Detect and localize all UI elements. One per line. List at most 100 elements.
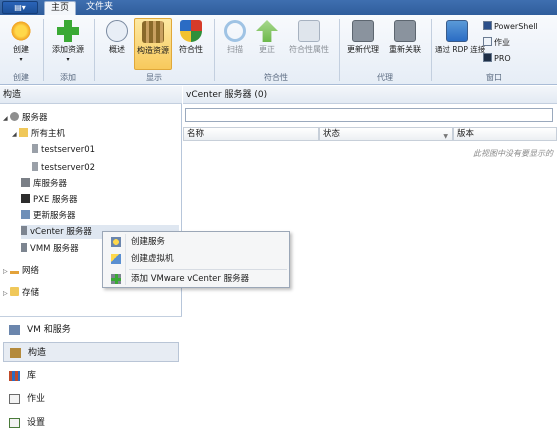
- pro-label: PRO: [494, 54, 511, 63]
- fabric-resources-label: 构造资源: [137, 46, 169, 55]
- update-agent-button[interactable]: 更新代理: [344, 18, 382, 70]
- tree-item-storage[interactable]: ▷ 存储: [3, 286, 39, 300]
- green-plus-icon: [57, 20, 79, 42]
- vcenter-server-icon: [21, 226, 27, 235]
- tree-item-library-servers[interactable]: 库服务器: [21, 177, 67, 191]
- tree-item-networking[interactable]: ▷ 网络: [3, 264, 39, 278]
- compliance-properties-label: 符合性属性: [289, 45, 329, 54]
- tab-folder[interactable]: 文件夹: [80, 1, 119, 15]
- group-label-window: 窗口: [486, 73, 502, 82]
- properties-icon: [298, 20, 320, 42]
- tree-item-label: PXE 服务器: [33, 195, 78, 205]
- overview-label: 概述: [109, 45, 125, 54]
- rdp-connect-button[interactable]: 通过 RDP 连接: [435, 18, 486, 70]
- workspace-jobs[interactable]: 作业: [3, 389, 179, 409]
- remote-desktop-icon: [446, 20, 468, 42]
- workspace-label: 作业: [27, 394, 46, 404]
- tree-item-update-servers[interactable]: 更新服务器: [21, 209, 76, 223]
- pro-button[interactable]: PRO: [483, 53, 511, 66]
- group-label-show: 显示: [146, 73, 162, 82]
- add-vcenter-icon: [111, 274, 121, 284]
- reassociate-label: 重新关联: [389, 45, 421, 54]
- group-divider: [214, 19, 215, 81]
- overview-button[interactable]: 概述: [101, 18, 133, 70]
- expanded-arrow-icon: ◢: [12, 131, 17, 138]
- powershell-button[interactable]: PowerShell: [483, 21, 538, 34]
- powershell-label: PowerShell: [494, 22, 538, 31]
- reassociate-button[interactable]: 重新关联: [385, 18, 425, 70]
- menu-item-label: 创建服务: [131, 237, 166, 247]
- tree-item-label: 更新服务器: [33, 211, 76, 221]
- group-divider: [94, 19, 95, 81]
- tree-item-host-testserver01[interactable]: testserver01: [32, 143, 95, 157]
- ribbon-tab-bar: ▤▾ 主页 文件夹: [0, 0, 557, 15]
- column-header-status-label: 状态: [323, 129, 341, 139]
- chevron-down-icon: ▾: [19, 56, 23, 63]
- rdp-connect-label: 通过 RDP 连接: [435, 45, 486, 54]
- sun-burst-icon: [10, 20, 32, 42]
- pxe-server-icon: [21, 194, 30, 203]
- group-divider: [431, 19, 432, 81]
- library-server-icon: [21, 178, 30, 187]
- create-service-icon: [111, 237, 121, 247]
- jobs-label: 作业: [494, 38, 510, 47]
- create-label: 创建: [13, 45, 29, 54]
- update-agent-icon: [352, 20, 374, 42]
- tree-item-pxe-servers[interactable]: PXE 服务器: [21, 193, 78, 207]
- navigation-pane-title: 构造: [0, 86, 182, 104]
- results-pane-title: vCenter 服务器 (0): [183, 86, 557, 104]
- workspace-library[interactable]: 库: [3, 366, 179, 386]
- menu-item-label: 添加 VMware vCenter 服务器: [131, 274, 250, 284]
- collapsed-arrow-icon: ▷: [3, 268, 8, 275]
- column-header-name[interactable]: 名称: [183, 127, 319, 141]
- remediate-label: 更正: [259, 45, 275, 54]
- menu-item-add-vmware-vcenter[interactable]: 添加 VMware vCenter 服务器: [105, 271, 287, 287]
- compliance-view-label: 符合性: [179, 45, 203, 54]
- fabric-servers-icon: [142, 21, 164, 43]
- application-menu-button[interactable]: ▤▾: [2, 1, 38, 14]
- tree-item-label: testserver02: [41, 163, 96, 173]
- storage-icon: [10, 287, 19, 296]
- workspace-label: 库: [27, 371, 37, 381]
- host-server-icon: [32, 144, 38, 153]
- create-button[interactable]: 创建 ▾: [4, 18, 38, 70]
- jobs-button[interactable]: 作业: [483, 37, 510, 50]
- group-divider: [339, 19, 340, 81]
- jobs-clipboard-icon: [9, 394, 20, 404]
- compliance-properties-button[interactable]: 符合性属性: [284, 18, 334, 70]
- tree-item-servers[interactable]: ◢ 服务器: [3, 111, 48, 125]
- search-input[interactable]: [185, 108, 553, 122]
- workspace-settings[interactable]: 设置: [3, 413, 179, 433]
- tree-item-label: 存储: [22, 288, 40, 298]
- tab-home[interactable]: 主页: [44, 1, 77, 15]
- chart-pie-icon: [106, 20, 128, 42]
- workspace-label: 设置: [27, 418, 46, 428]
- tree-item-label: 所有主机: [31, 129, 66, 139]
- menu-item-create-vm[interactable]: 创建虚拟机: [105, 251, 287, 267]
- servers-group-icon: [10, 112, 19, 121]
- column-header-version[interactable]: 版本: [453, 127, 557, 141]
- add-resources-label: 添加资源: [52, 45, 84, 54]
- workspace-fabric[interactable]: 构造: [3, 342, 179, 362]
- vmm-server-icon: [21, 243, 27, 252]
- scan-button[interactable]: 扫描: [220, 18, 250, 70]
- update-server-icon: [21, 210, 30, 219]
- tree-item-all-hosts[interactable]: ◢ 所有主机: [12, 127, 65, 141]
- group-label-agent: 代理: [377, 73, 393, 82]
- tree-item-label: vCenter 服务器: [30, 227, 92, 237]
- fabric-resources-button[interactable]: 构造资源: [134, 18, 172, 70]
- empty-view-message: 此视图中没有要显示的: [473, 149, 553, 158]
- tree-item-vmm-servers[interactable]: VMM 服务器: [21, 242, 79, 256]
- column-header-status[interactable]: 状态 ▼: [319, 127, 453, 141]
- expanded-arrow-icon: ◢: [3, 115, 8, 122]
- compliance-view-button[interactable]: 符合性: [174, 18, 208, 70]
- refresh-scan-icon: [224, 20, 246, 42]
- add-resources-button[interactable]: 添加资源 ▾: [48, 18, 88, 70]
- menu-item-create-service[interactable]: 创建服务: [105, 234, 287, 250]
- fabric-icon: [10, 348, 21, 358]
- update-agent-label: 更新代理: [347, 45, 379, 54]
- remediate-button[interactable]: 更正: [252, 18, 282, 70]
- workspace-vms-and-services[interactable]: VM 和服务: [3, 320, 179, 340]
- tree-item-host-testserver02[interactable]: testserver02: [32, 161, 95, 175]
- group-label-create: 创建: [13, 73, 29, 82]
